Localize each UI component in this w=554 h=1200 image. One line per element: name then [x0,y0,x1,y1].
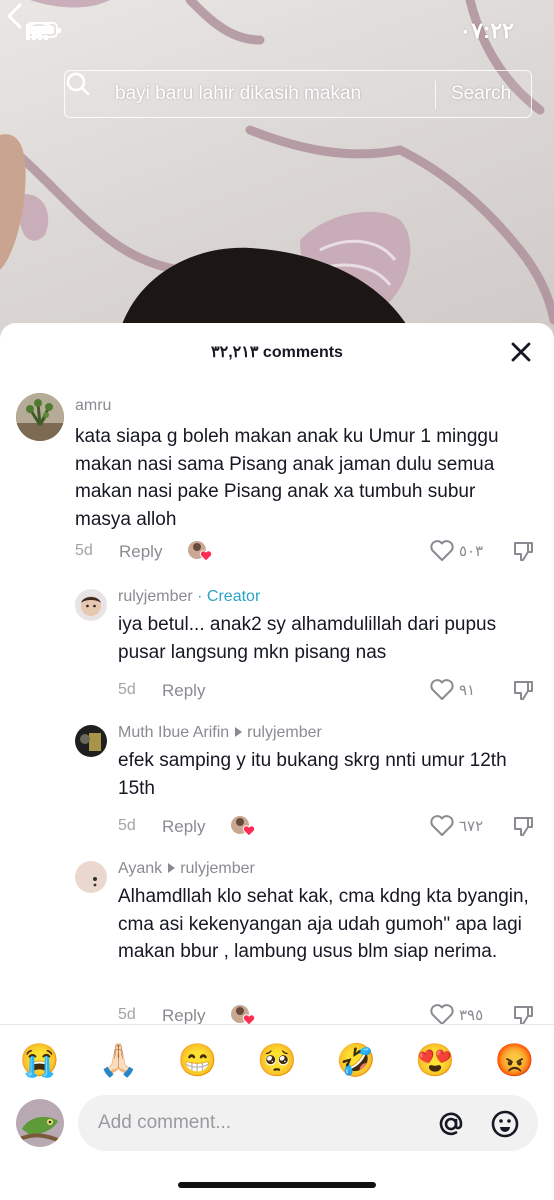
comment-reply-item: Ayank rulyjember Alhamdllah klo sehat kak… [0,841,554,1024]
comment-date: 5d [118,681,136,698]
dislike-icon[interactable] [511,539,535,563]
angry-emoji-button[interactable]: 😡 [494,1044,534,1076]
my-avatar[interactable] [16,1099,64,1147]
heart-icon [430,679,454,700]
comment-actions: 5d Reply ٩١ [118,678,545,702]
avatar[interactable] [16,393,64,441]
comment-username[interactable]: rulyjember · Creator [118,588,260,606]
crying-emoji-button[interactable]: 😭 [20,1044,60,1076]
back-arrow-icon[interactable] [0,0,32,32]
home-indicator [178,1182,376,1188]
reply-arrow-icon [235,727,243,738]
search-query[interactable]: bayi baru lahir dikasih makan [115,83,361,105]
comment-input[interactable] [78,1095,538,1151]
comment-reply-item: Muth Ibue Arifin rulyjember efek samping … [0,705,554,841]
avatar[interactable] [75,725,107,757]
search-button[interactable]: Search [451,83,511,105]
like-count: ٥٠٣ [459,543,484,560]
reply-button[interactable]: Reply [162,1006,205,1024]
search-divider [435,81,436,109]
chameleon-avatar-image [16,1099,64,1147]
reply-button[interactable]: Reply [119,542,162,562]
dislike-icon[interactable] [511,814,535,838]
mention-icon[interactable] [436,1109,466,1139]
like-count: ٣٩٥ [459,1007,484,1024]
heart-icon [430,540,454,561]
video-background: ٠٧:٢٢ bayi baru lahir dikasih makan Sear… [0,0,554,360]
avatar[interactable] [75,589,107,621]
plant-avatar-image [16,393,64,441]
emoji-picker-icon[interactable] [490,1109,520,1139]
comment-text: efek samping y itu bukang skrg nnti umur… [118,750,507,799]
comment-text: Alhamdllah klo sehat kak, cma kdng kta b… [118,886,529,962]
creator-liked-icon [188,541,213,562]
baby-avatar-image [75,589,107,621]
comment-actions: 5d Reply ٦٧٢ [118,814,545,838]
like-button[interactable]: ٩١ [429,678,475,702]
heart-icon [430,1004,454,1024]
comment-date: 5d [75,542,93,559]
like-button[interactable]: ٦٧٢ [429,814,483,838]
status-time: ٠٧:٢٢ [459,18,514,43]
comment-date: 5d [118,1006,136,1023]
reply-arrow-icon [168,863,176,874]
comment-username[interactable]: amru [75,397,111,415]
pleading-emoji-button[interactable]: 🥺 [257,1044,297,1076]
creator-badge: · Creator [197,588,261,605]
praying-hands-emoji-button[interactable]: 🙏🏻 [99,1044,139,1076]
reply-button[interactable]: Reply [162,817,205,837]
creator-liked-icon [231,816,256,837]
comment-actions: 5d Reply ٣٩٥ [118,1003,545,1024]
close-icon[interactable] [510,341,532,363]
heart-eyes-emoji-button[interactable]: 😍 [415,1044,455,1076]
rofl-emoji-button[interactable]: 🤣 [336,1044,376,1076]
grinning-emoji-button[interactable]: 😁 [178,1044,218,1076]
like-count: ٦٧٢ [459,818,484,835]
dislike-icon[interactable] [511,1003,535,1024]
search-icon [66,72,90,96]
like-button[interactable]: ٥٠٣ [429,539,483,563]
creator-liked-icon [231,1005,256,1024]
dislike-icon[interactable] [511,678,535,702]
avatar[interactable] [75,861,107,893]
profile-avatar-image [75,725,107,757]
status-bar: ٠٧:٢٢ [0,0,554,60]
reply-button[interactable]: Reply [162,681,205,701]
emoji-quick-bar: 😭 🙏🏻 😁 🥺 🤣 😍 😡 [0,1024,554,1094]
heart-icon [430,815,454,836]
comments-header: ٣٢,٢١٣ comments [0,323,554,379]
comment-date: 5d [118,817,136,834]
comment-count: ٣٢,٢١٣ comments [211,344,343,361]
profile-avatar-image [75,861,107,893]
comment-item: amru kata siapa g boleh makan anak ku Um… [0,379,554,569]
comment-actions: 5d Reply ٥٠٣ [75,539,545,563]
like-count: ٩١ [459,682,476,699]
comment-reply-item: rulyjember · Creator iya betul... anak2 … [0,569,554,705]
comment-username[interactable]: Muth Ibue Arifin rulyjember [118,724,322,742]
like-button[interactable]: ٣٩٥ [429,1003,483,1024]
comment-text: kata siapa g boleh makan anak ku Umur 1 … [75,426,499,530]
search-bar[interactable]: bayi baru lahir dikasih makan Search [64,70,532,118]
comment-list[interactable]: amru kata siapa g boleh makan anak ku Um… [0,379,554,1024]
comments-sheet: ٣٢,٢١٣ comments amru kata siapa g boleh … [0,323,554,1200]
comment-input-bar [0,1094,554,1164]
comment-text: iya betul... anak2 sy alhamdulillah dari… [118,614,497,663]
comment-username[interactable]: Ayank rulyjember [118,860,255,878]
